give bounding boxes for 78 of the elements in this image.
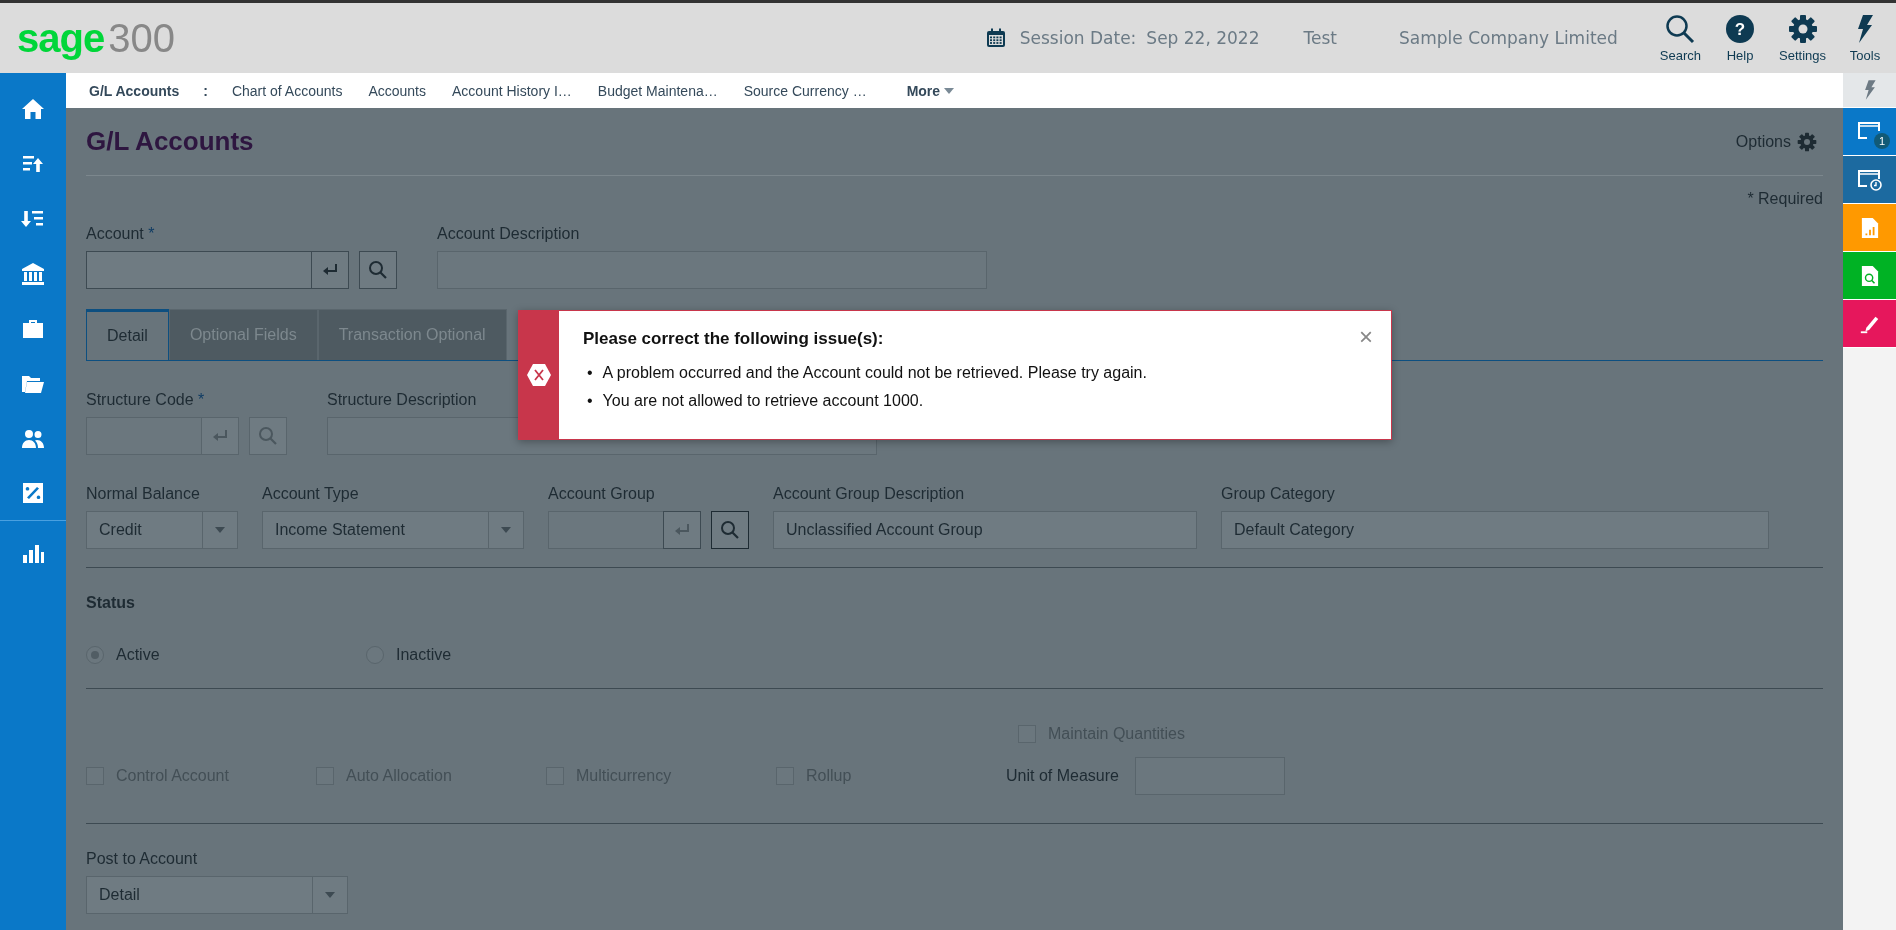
field-label: Normal Balance: [86, 485, 200, 503]
status-radio[interactable]: Inactive: [366, 646, 646, 664]
tab[interactable]: Detail: [86, 309, 169, 360]
screen-link[interactable]: Account History I…: [452, 82, 572, 99]
field-label: Unit of Measure: [1006, 767, 1119, 785]
more-menu-button[interactable]: More: [900, 81, 961, 100]
enter-button[interactable]: [311, 251, 349, 289]
search-button[interactable]: Search: [1653, 13, 1707, 63]
screen-link[interactable]: Budget Maintena…: [597, 82, 718, 99]
window-panel-button[interactable]: 1: [1843, 108, 1896, 156]
field-label: Post to Account: [86, 850, 198, 868]
bolt-panel-button[interactable]: [1843, 73, 1896, 108]
field-label: Account *: [86, 225, 155, 243]
options-button[interactable]: Options: [1729, 130, 1823, 153]
tools-button[interactable]: Tools: [1840, 13, 1890, 63]
close-button[interactable]: ×: [1355, 323, 1377, 351]
screen-link[interactable]: Accounts: [368, 82, 426, 99]
error-icon: [527, 364, 551, 386]
field-label: Account Type: [262, 485, 359, 503]
enter-icon: [212, 430, 228, 442]
lightning-icon: [1862, 79, 1877, 101]
bank-icon: [21, 261, 45, 286]
report-icon: [1860, 216, 1879, 239]
settings-button[interactable]: Settings: [1773, 13, 1832, 63]
field-label: Structure Description: [327, 391, 477, 409]
bullet: •: [587, 363, 593, 383]
count-badge: 1: [1874, 133, 1890, 149]
field-label: Structure Code *: [86, 391, 205, 409]
calendar-icon[interactable]: [985, 28, 1006, 48]
normal-balance-dropdown[interactable]: Credit: [86, 511, 238, 549]
field-label: Account Group: [548, 485, 655, 503]
home-icon: [21, 96, 45, 121]
help-icon: ?: [1725, 13, 1755, 44]
field-label: Group Category: [1221, 485, 1335, 503]
gear-icon: [1797, 131, 1817, 152]
inquiry-panel-button[interactable]: [1843, 252, 1896, 300]
account-type-dropdown[interactable]: Income Statement: [262, 511, 524, 549]
status-radio[interactable]: Active: [86, 646, 366, 664]
screen-link[interactable]: Chart of Accounts: [231, 82, 343, 99]
field-label: Account Description: [437, 225, 580, 243]
pen-panel-button[interactable]: [1843, 300, 1896, 348]
field-label: Account Group Description: [773, 485, 965, 503]
search-icon: [258, 426, 278, 446]
search-button[interactable]: [711, 511, 749, 549]
error-message: A problem occurred and the Account could not be retrieved. Please try again.: [602, 363, 1147, 383]
document-search-icon: [1860, 264, 1879, 287]
error-message: You are not allowed to retrieve account 1000.: [602, 391, 924, 411]
enter-button[interactable]: [663, 511, 701, 549]
lightning-icon: [1855, 13, 1875, 44]
section-heading: Status: [86, 594, 136, 612]
help-button[interactable]: ? Help: [1715, 13, 1765, 63]
module-title: G/L Accounts: [89, 82, 180, 99]
required-note: * Required: [1746, 190, 1823, 209]
page-title: G/L Accounts: [86, 126, 254, 157]
account-group-description-field: Unclassified Account Group: [773, 511, 1197, 549]
search-icon: [1665, 13, 1696, 44]
enter-icon: [674, 524, 690, 536]
percent-icon: [21, 481, 45, 505]
search-icon: [368, 260, 388, 280]
account-field[interactable]: [86, 251, 311, 289]
post-to-account-dropdown[interactable]: Detail: [86, 876, 348, 914]
screen-link[interactable]: Source Currency …: [743, 82, 867, 99]
dialog-title: Please correct the following issue(s):: [583, 329, 885, 349]
search-button[interactable]: [359, 251, 397, 289]
window-clock-panel-button[interactable]: [1843, 156, 1896, 204]
search-icon: [720, 520, 740, 540]
session-date-label: Session Date:: [1019, 28, 1137, 48]
settings-icon: [1787, 13, 1818, 44]
logo: sage300: [17, 18, 175, 58]
bullet: •: [587, 391, 593, 411]
caret-icon: [944, 87, 955, 94]
company-name: Sample Company Limited: [1399, 28, 1618, 48]
separator: :: [203, 82, 208, 99]
enter-icon: [322, 264, 338, 276]
group-category-field: Default Category: [1221, 511, 1769, 549]
session-date: Sep 22, 2022: [1146, 28, 1260, 48]
window-clock-icon: [1856, 167, 1883, 192]
database-name: Test: [1303, 28, 1337, 48]
